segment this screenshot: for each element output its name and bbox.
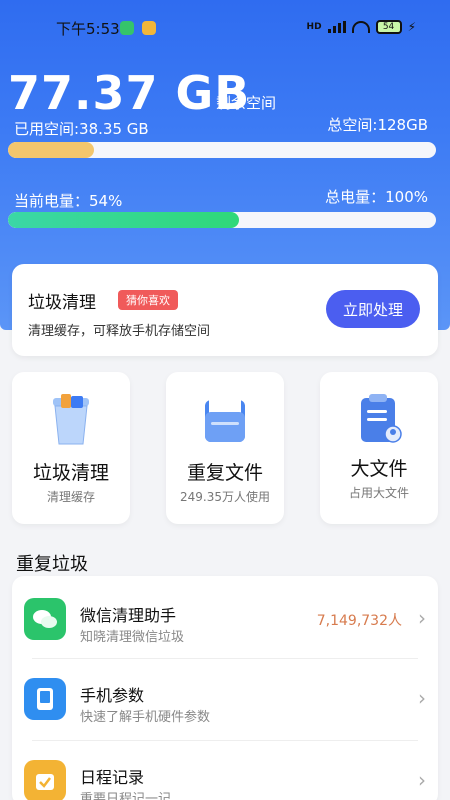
wifi-icon xyxy=(351,21,370,33)
cleanup-card[interactable]: 垃圾清理 猜你喜欢 清理缓存，可释放手机存储空间 立即处理 xyxy=(12,264,438,356)
current-power-text: 当前电量：54% xyxy=(14,192,123,210)
list-item-wechat[interactable]: 微信清理助手 知晓清理微信垃圾 7,149,732人 › xyxy=(12,580,438,660)
free-space-value: 77.37 GB xyxy=(8,66,251,120)
tile-subtitle: 占用大文件 xyxy=(348,486,409,500)
storage-progress-bar xyxy=(8,142,436,158)
section-title: 重复垃圾 xyxy=(16,554,88,575)
wechat-icon xyxy=(24,598,66,640)
battery-level: 54 xyxy=(382,22,395,32)
power-progress-bar xyxy=(8,212,436,228)
notification-icon xyxy=(142,21,156,35)
list-item-name: 微信清理助手 xyxy=(80,606,177,625)
chevron-right-icon: › xyxy=(418,768,426,792)
calendar-icon xyxy=(24,760,66,800)
cleanup-card-subtitle: 清理缓存，可释放手机存储空间 xyxy=(28,324,211,339)
list-item-name: 手机参数 xyxy=(80,686,145,705)
chevron-right-icon: › xyxy=(418,686,426,710)
tile-title: 大文件 xyxy=(350,458,408,480)
list-item-desc: 快速了解手机硬件参数 xyxy=(80,710,211,725)
tile-title: 重复文件 xyxy=(186,462,263,484)
tile-title: 垃圾清理 xyxy=(32,462,109,484)
used-space-text: 已用空间:38.35 GB xyxy=(14,120,149,138)
charging-icon: ⚡ xyxy=(407,20,416,34)
chevron-right-icon: › xyxy=(418,606,426,630)
phone-icon xyxy=(24,678,66,720)
trash-can-icon xyxy=(53,394,89,445)
free-space-label: 剩余空间 xyxy=(216,94,277,112)
list-item-desc: 知晓清理微信垃圾 xyxy=(80,630,185,645)
tile-large-files[interactable]: 大文件 占用大文件 xyxy=(320,372,438,524)
tile-subtitle: 清理缓存 xyxy=(46,490,95,504)
hd-icon: HD xyxy=(306,22,322,32)
battery-icon: 54 xyxy=(375,20,402,34)
process-now-button[interactable]: 立即处理 xyxy=(326,290,420,328)
list-item-desc: 重要日程记一记 xyxy=(80,792,172,800)
storage-progress-fill xyxy=(8,142,94,158)
total-power-text: 总电量：100% xyxy=(325,188,428,206)
tool-list: 微信清理助手 知晓清理微信垃圾 7,149,732人 › 手机参数 快速了解手机… xyxy=(12,576,438,800)
clipboard-icon xyxy=(361,394,402,443)
total-space-text: 总空间:128GB xyxy=(327,116,428,134)
list-item-phone-params[interactable]: 手机参数 快速了解手机硬件参数 › xyxy=(12,660,438,740)
status-time: 下午5:53 xyxy=(56,20,120,38)
list-item-name: 日程记录 xyxy=(80,768,145,787)
recommend-tag: 猜你喜欢 xyxy=(118,290,178,310)
list-item-schedule[interactable]: 日程记录 重要日程记一记 › xyxy=(12,742,438,800)
tile-duplicate-files[interactable]: 重复文件 249.35万人使用 xyxy=(166,372,284,524)
tile-trash-clean[interactable]: 垃圾清理 清理缓存 xyxy=(12,372,130,524)
notification-icon xyxy=(120,21,134,35)
folder-icon xyxy=(205,396,245,442)
cleanup-card-title: 垃圾清理 xyxy=(28,293,96,313)
divider xyxy=(32,740,418,741)
power-progress-fill xyxy=(8,212,240,228)
status-icons: HD 54 ⚡ xyxy=(307,20,416,34)
status-bar: 下午5:53 HD 54 ⚡ xyxy=(0,18,450,40)
signal-icon xyxy=(327,21,346,33)
user-count: 7,149,732人 xyxy=(316,613,402,629)
tile-subtitle: 249.35万人使用 xyxy=(180,490,270,504)
divider xyxy=(32,658,418,659)
